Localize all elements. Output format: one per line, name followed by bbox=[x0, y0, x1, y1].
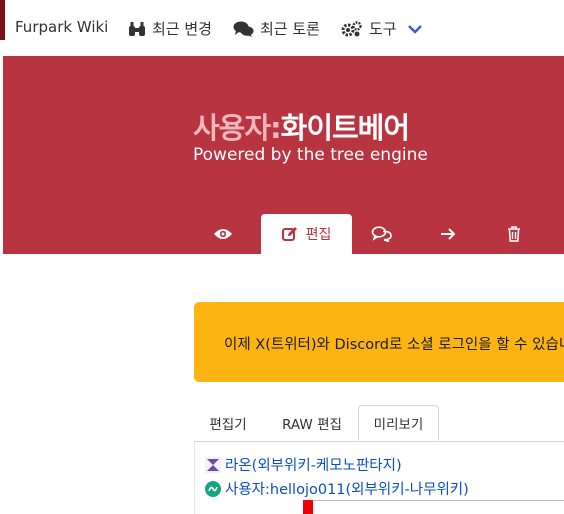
edit-tab[interactable]: 편집 bbox=[261, 214, 352, 254]
edit-icon bbox=[281, 227, 297, 241]
hourglass-icon bbox=[205, 456, 221, 473]
raw-edit-tab[interactable]: RAW 편집 bbox=[272, 405, 352, 441]
chevron-down-icon bbox=[407, 24, 422, 34]
preview-area: 라온(외부위키-케모노판타지) 사용자:hellojo011(외부위키-나무위키… bbox=[194, 442, 564, 514]
trash-icon bbox=[508, 226, 520, 242]
namuwiki-icon bbox=[205, 480, 221, 497]
recent-discuss-link[interactable]: 최근 토론 bbox=[233, 18, 320, 39]
eye-icon bbox=[214, 229, 232, 239]
gears-icon bbox=[341, 20, 362, 36]
editor-tab-label: 편집기 bbox=[209, 417, 247, 433]
tools-label: 도구 bbox=[369, 20, 397, 38]
page-title: 사용자:화이트베어 bbox=[193, 105, 410, 147]
delete-tab[interactable] bbox=[498, 214, 530, 254]
recent-changes-link[interactable]: 최근 변경 bbox=[128, 18, 212, 39]
window-edge bbox=[0, 0, 5, 40]
edit-tab-label: 편집 bbox=[305, 227, 332, 243]
binoculars-icon bbox=[129, 21, 145, 36]
title-namespace: 사용자: bbox=[193, 111, 282, 145]
recent-changes-label: 최근 변경 bbox=[152, 20, 212, 38]
divider-line bbox=[313, 500, 564, 501]
brand-link[interactable]: Furpark Wiki bbox=[15, 18, 108, 36]
move-tab[interactable] bbox=[432, 214, 464, 254]
discuss-tab[interactable] bbox=[366, 214, 398, 254]
notice-banner: 이제 X(트위터)와 Discord로 소셜 로그인을 할 수 있습니 bbox=[194, 302, 564, 382]
discussion-icon bbox=[371, 226, 392, 242]
editor-tab[interactable]: 편집기 bbox=[194, 405, 262, 441]
red-marker bbox=[303, 500, 313, 514]
preview-tab[interactable]: 미리보기 bbox=[358, 405, 439, 441]
page-subtitle: Powered by the tree engine bbox=[193, 145, 428, 165]
preview-link-hellojo[interactable]: 사용자:hellojo011(외부위키-나무위키) bbox=[205, 478, 469, 499]
top-navbar: Furpark Wiki 최근 변경 최근 토론 도구 bbox=[0, 0, 564, 56]
brand-label: Furpark Wiki bbox=[15, 18, 109, 36]
notice-text: 이제 X(트위터)와 Discord로 소셜 로그인을 할 수 있습니 bbox=[224, 337, 564, 353]
raw-edit-tab-label: RAW 편집 bbox=[282, 417, 342, 433]
recent-discuss-label: 최근 토론 bbox=[260, 20, 320, 38]
title-name: 화이트베어 bbox=[280, 111, 410, 145]
editor-tabs: 편집기 RAW 편집 미리보기 bbox=[194, 405, 564, 442]
view-tab[interactable] bbox=[207, 214, 239, 254]
tools-dropdown[interactable]: 도구 bbox=[341, 18, 423, 39]
preview-link-hellojo-label: 사용자:hellojo011(외부위키-나무위키) bbox=[225, 482, 469, 498]
preview-tab-label: 미리보기 bbox=[373, 417, 424, 433]
preview-link-raon-label: 라온(외부위키-케모노판타지) bbox=[225, 458, 402, 474]
preview-link-raon[interactable]: 라온(외부위키-케모노판타지) bbox=[205, 454, 402, 475]
comments-icon bbox=[233, 21, 254, 37]
arrow-right-icon bbox=[441, 228, 456, 240]
